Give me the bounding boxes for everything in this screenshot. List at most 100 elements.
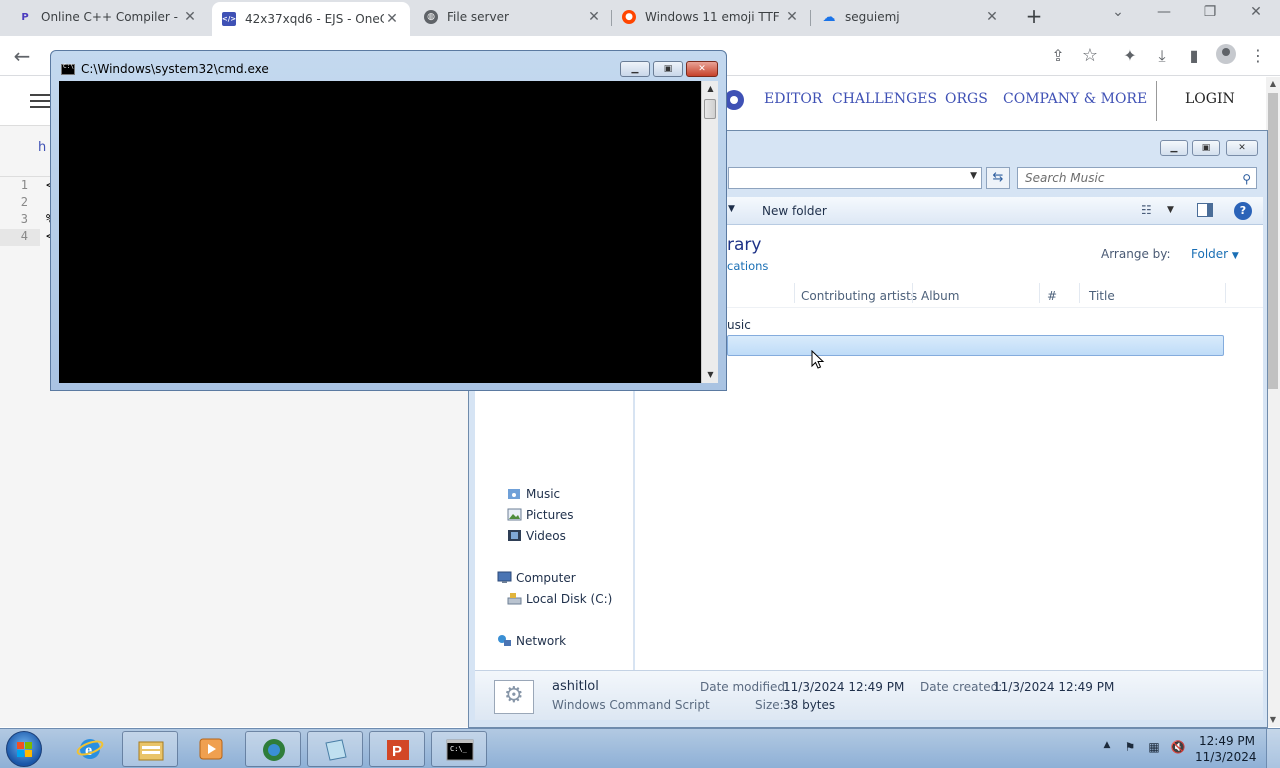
tab-file-server[interactable]: ◍ File server ✕	[414, 0, 612, 34]
taskbar-network-app[interactable]	[245, 731, 301, 767]
arrange-by-dropdown[interactable]: Folder ▼	[1191, 247, 1239, 261]
clock-date[interactable]: 11/3/2024	[1195, 750, 1257, 764]
extension-icon[interactable]: ✦	[1118, 44, 1142, 68]
nav-videos[interactable]: Videos	[526, 529, 566, 543]
theme-toggle-icon[interactable]	[724, 90, 744, 110]
nav-pictures[interactable]: Pictures	[526, 508, 574, 522]
arrange-by-label: Arrange by:	[1101, 247, 1171, 261]
cmd-scrollbar[interactable]: ▲ ▼	[701, 81, 718, 383]
clock-time[interactable]: 12:49 PM	[1195, 734, 1255, 748]
nav-orgs[interactable]: ORGS	[945, 91, 988, 107]
line-number-gutter: 1 2 3 4	[0, 178, 40, 246]
refresh-button[interactable]: ⇆	[986, 167, 1010, 189]
close-tab-icon[interactable]: ✕	[182, 9, 198, 25]
minimize-button[interactable]: —	[1144, 4, 1184, 26]
network-status-icon[interactable]: ▦	[1146, 740, 1162, 756]
cmd-close-button[interactable]: ✕	[686, 61, 718, 77]
cmd-minimize-button[interactable]: ▁	[620, 61, 650, 77]
show-hidden-icons-icon[interactable]: ▲	[1099, 740, 1115, 756]
page-scrollbar[interactable]: ▲ ▼	[1266, 77, 1280, 727]
scroll-down-icon[interactable]: ▼	[702, 367, 719, 383]
view-options-icon[interactable]: ☷	[1141, 203, 1152, 217]
disk-icon	[507, 593, 522, 605]
date-created-label: Date created:	[920, 680, 1003, 694]
taskbar-windows-explorer[interactable]	[122, 731, 178, 767]
download-icon[interactable]: ⤓	[1150, 44, 1174, 68]
column-divider	[1225, 283, 1226, 303]
taskbar-internet-explorer[interactable]: e	[62, 731, 118, 767]
star-icon[interactable]: ☆	[1078, 44, 1102, 68]
organize-dropdown-icon[interactable]: ▼	[728, 204, 735, 214]
close-tab-icon[interactable]: ✕	[586, 9, 602, 25]
column-divider	[1039, 283, 1040, 303]
cmd-window: C:\Windows\system32\cmd.exe ▁ ▣ ✕ ▲ ▼	[50, 50, 727, 391]
new-tab-button[interactable]: +	[1024, 6, 1044, 28]
column-header-album[interactable]: Album	[921, 289, 959, 303]
action-center-flag-icon[interactable]: ⚑	[1122, 740, 1138, 756]
selected-file-row[interactable]	[727, 335, 1224, 356]
start-button[interactable]	[6, 731, 42, 767]
nav-editor[interactable]: EDITOR	[764, 91, 822, 107]
close-tab-icon[interactable]: ✕	[784, 9, 800, 25]
nav-network[interactable]: Network	[516, 634, 566, 648]
chevron-down-icon[interactable]: ▼	[1167, 205, 1174, 215]
column-header-contributing-artists[interactable]: Contributing artists	[801, 289, 917, 303]
tab-title: File server	[447, 10, 509, 24]
back-icon[interactable]: ←	[10, 44, 34, 68]
scroll-up-icon[interactable]: ▲	[1266, 77, 1280, 91]
volume-muted-icon[interactable]: 🔇	[1170, 740, 1186, 756]
menu-icon[interactable]: ⋮	[1246, 44, 1270, 68]
cmd-maximize-button[interactable]: ▣	[653, 61, 683, 77]
nav-music[interactable]: Music	[526, 487, 560, 501]
tab-search-button[interactable]: ⌄	[1098, 4, 1138, 26]
scrollbar-thumb[interactable]	[704, 99, 716, 119]
close-tab-icon[interactable]: ✕	[384, 11, 400, 27]
tab-title: Windows 11 emoji TTF o	[645, 10, 784, 24]
videos-library-icon	[508, 530, 521, 541]
date-modified-label: Date modified:	[700, 680, 790, 694]
explorer-minimize-button[interactable]: ▁	[1160, 140, 1188, 156]
address-bar[interactable]: ▼	[728, 167, 982, 189]
taskbar-notepad[interactable]	[307, 731, 363, 767]
login-link[interactable]: LOGIN	[1185, 91, 1235, 107]
scroll-down-icon[interactable]: ▼	[1266, 713, 1280, 727]
tab-title: seguiemj	[845, 10, 900, 24]
close-window-button[interactable]: ✕	[1236, 4, 1276, 26]
taskbar-cmd[interactable]: C:\_	[431, 731, 487, 767]
search-input[interactable]: Search Music ⚲	[1017, 167, 1257, 189]
taskbar-media-player[interactable]	[183, 731, 239, 767]
nav-computer[interactable]: Computer	[516, 571, 576, 585]
explorer-close-button[interactable]: ✕	[1226, 140, 1258, 156]
scroll-up-icon[interactable]: ▲	[702, 81, 719, 97]
date-modified-value: 11/3/2024 12:49 PM	[783, 680, 905, 694]
column-header-number[interactable]: #	[1047, 289, 1057, 303]
tab-seguiemj[interactable]: ☁ seguiemj ✕	[812, 0, 1010, 34]
chevron-down-icon[interactable]: ▼	[970, 171, 977, 181]
tab-title: 42x37xqd6 - EJS - OneC	[245, 12, 384, 26]
sidepanel-icon[interactable]: ▮	[1182, 44, 1206, 68]
tab-ejs-onecompiler[interactable]: </> 42x37xqd6 - EJS - OneC ✕	[212, 2, 410, 36]
editor-file-tab[interactable]: h	[38, 140, 46, 155]
search-icon[interactable]: ⚲	[1242, 169, 1251, 189]
tab-online-cpp-compiler[interactable]: P Online C++ Compiler - P ✕	[8, 0, 208, 34]
tab-windows-emoji[interactable]: ● Windows 11 emoji TTF o ✕	[612, 0, 810, 34]
close-tab-icon[interactable]: ✕	[984, 9, 1000, 25]
share-icon[interactable]: ⇪	[1046, 44, 1070, 68]
explorer-maximize-button[interactable]: ▣	[1192, 140, 1220, 156]
nav-challenges[interactable]: CHALLENGES	[832, 91, 937, 107]
show-desktop-button[interactable]	[1266, 729, 1280, 768]
profile-icon[interactable]	[1216, 44, 1236, 64]
restore-button[interactable]: ❐	[1190, 4, 1230, 26]
taskbar-powerpoint[interactable]: P	[369, 731, 425, 767]
scrollbar-thumb[interactable]	[1268, 93, 1278, 389]
new-folder-button[interactable]: New folder	[762, 204, 827, 218]
library-locations-link[interactable]: cations	[727, 259, 768, 273]
cmd-window-title: C:\Windows\system32\cmd.exe	[81, 62, 269, 76]
nav-company-more[interactable]: COMPANY & MORE	[1003, 91, 1147, 107]
nav-local-disk[interactable]: Local Disk (C:)	[526, 592, 612, 606]
column-header-title[interactable]: Title	[1089, 289, 1115, 303]
help-icon[interactable]: ?	[1234, 202, 1252, 220]
cmd-console-output[interactable]	[59, 81, 701, 383]
preview-pane-icon[interactable]	[1197, 203, 1213, 217]
hamburger-menu-icon[interactable]	[30, 94, 50, 108]
